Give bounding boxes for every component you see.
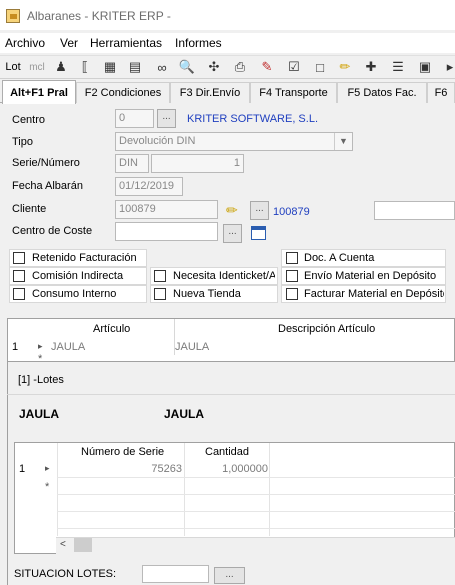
pin-icon[interactable]: ✚	[362, 58, 380, 76]
articles-grid	[7, 318, 455, 362]
menu-ver[interactable]: Ver	[60, 36, 78, 50]
table-cell-descripcion[interactable]: JAULA	[175, 341, 209, 353]
centro-coste-field[interactable]	[115, 222, 218, 241]
centro-name: KRITER SOFTWARE, S.L.	[187, 113, 318, 125]
tipo-select[interactable]: Devolución DIN	[115, 132, 353, 151]
checkbox-label: Doc. A Cuenta	[304, 252, 375, 264]
checkbox-label: Facturar Material en Depósito	[304, 288, 444, 300]
calendar-icon[interactable]	[251, 226, 266, 240]
lotes-title: [1] -Lotes	[18, 374, 64, 386]
tab-transporte[interactable]: F4 Transporte	[250, 82, 337, 103]
grid-icon[interactable]: ▦	[101, 58, 119, 76]
tab-condiciones[interactable]: F2 Condiciones	[76, 82, 170, 103]
column-header-articulo[interactable]: Artículo	[93, 323, 130, 335]
highlight-icon[interactable]: ✏	[336, 58, 354, 76]
checklist-icon[interactable]: ☑	[285, 58, 303, 76]
horizontal-scrollbar[interactable]	[56, 537, 455, 554]
tipo-label: Tipo	[12, 136, 33, 148]
tree-icon[interactable]: ☰	[389, 58, 407, 76]
lotes-articulo: JAULA	[19, 407, 60, 421]
table-cell-articulo[interactable]: JAULA	[51, 341, 85, 353]
column-divider	[184, 443, 185, 536]
tab-f6[interactable]: F6	[427, 82, 455, 103]
centro-lookup-button[interactable]: ...	[157, 109, 176, 128]
cliente-name-field[interactable]	[374, 201, 455, 220]
column-divider	[57, 443, 58, 536]
centro-coste-label: Centro de Coste	[12, 225, 93, 237]
row-pointer-icon: ▸	[38, 341, 43, 351]
checkbox-label: Comisión Indirecta	[32, 270, 124, 282]
checkbox-box[interactable]	[13, 270, 25, 282]
cliente-code-link[interactable]: 100879	[273, 206, 310, 218]
numero-field[interactable]: 1	[151, 154, 244, 173]
row-line	[57, 528, 455, 529]
serie-numero-label: Serie/Número	[12, 157, 80, 169]
user-icon[interactable]: ♟	[52, 58, 70, 76]
cliente-lookup-button[interactable]: ...	[250, 201, 269, 220]
window-title: Albaranes - KRITER ERP -	[27, 9, 171, 23]
checkbox-box[interactable]	[154, 270, 166, 282]
link-icon[interactable]: ∞	[153, 58, 171, 76]
edit-pen-icon[interactable]: ✎	[258, 58, 276, 76]
preview-icon[interactable]: 🔍	[178, 58, 196, 76]
centro-field[interactable]: 0	[115, 109, 154, 128]
monitor-icon[interactable]: ▣	[416, 58, 434, 76]
cliente-field[interactable]: 100879	[115, 200, 218, 219]
column-divider	[269, 443, 270, 536]
window-icon[interactable]: □	[311, 58, 329, 76]
scroll-thumb[interactable]	[74, 538, 92, 552]
tab-principal[interactable]: Alt+F1 Pral	[2, 80, 76, 104]
table-cell-numero-serie[interactable]: 75263	[58, 463, 182, 475]
more-icon[interactable]: ▸	[441, 58, 455, 76]
chevron-down-icon[interactable]: ▼	[334, 133, 352, 150]
table-cell-cantidad[interactable]: 1,000000	[186, 463, 268, 475]
tab-dir-envio[interactable]: F3 Dir.Envío	[170, 82, 250, 103]
row-line	[57, 494, 455, 495]
situacion-lotes-label: SITUACION LOTES:	[14, 568, 117, 580]
row-index: 1	[12, 341, 19, 353]
list-icon[interactable]: ▤	[126, 58, 144, 76]
checkbox-label: Nueva Tienda	[173, 288, 241, 300]
print-icon[interactable]: ⎙	[231, 58, 249, 76]
row-line	[57, 511, 455, 512]
checkbox-box[interactable]	[13, 288, 25, 300]
new-row-icon: *	[45, 481, 50, 493]
checkbox-box[interactable]	[13, 252, 25, 264]
centro-coste-lookup-button[interactable]: ...	[223, 224, 242, 243]
checkbox-label: Retenido Facturación	[32, 252, 137, 264]
checkbox-box[interactable]	[286, 252, 298, 264]
fecha-field[interactable]: 01/12/2019	[115, 177, 183, 196]
situacion-lotes-button[interactable]: ...	[214, 567, 245, 584]
checkbox-box[interactable]	[286, 270, 298, 282]
target-icon[interactable]: ✣	[205, 58, 223, 76]
bracket-icon[interactable]: ⟦	[76, 58, 94, 76]
lotes-descripcion: JAULA	[164, 407, 205, 421]
checkbox-box[interactable]	[154, 288, 166, 300]
serie-field[interactable]: DIN	[115, 154, 149, 173]
separator	[7, 394, 455, 395]
checkbox-label: Necesita Identicket/A	[173, 270, 275, 282]
column-header-numero-serie[interactable]: Número de Serie	[81, 446, 164, 458]
edit-pencil-icon[interactable]: ✏	[226, 202, 238, 219]
tab-datos-fac[interactable]: F5 Datos Fac.	[337, 82, 427, 103]
row-line	[57, 477, 455, 478]
mcl-button[interactable]: mcl	[26, 58, 48, 76]
column-header-cantidad[interactable]: Cantidad	[205, 446, 249, 458]
menu-informes[interactable]: Informes	[175, 36, 222, 50]
menu-archivo[interactable]: Archivo	[5, 36, 45, 50]
scroll-left-arrow[interactable]: <	[60, 539, 66, 550]
situacion-lotes-field[interactable]	[142, 565, 209, 583]
centro-label: Centro	[12, 114, 46, 126]
menu-herramientas[interactable]: Herramientas	[90, 36, 162, 50]
column-header-descripcion[interactable]: Descripción Artículo	[278, 323, 375, 335]
row-pointer-icon: ▸	[45, 463, 50, 473]
checkbox-label: Consumo Interno	[32, 288, 117, 300]
checkbox-label: Envío Material en Depósito	[304, 270, 437, 282]
cliente-label: Cliente	[12, 203, 47, 215]
row-index: 1	[19, 463, 26, 475]
app-icon	[6, 9, 20, 23]
checkbox-box[interactable]	[286, 288, 298, 300]
fecha-label: Fecha Albarán	[12, 180, 83, 192]
lot-button[interactable]: Lot	[3, 58, 23, 76]
